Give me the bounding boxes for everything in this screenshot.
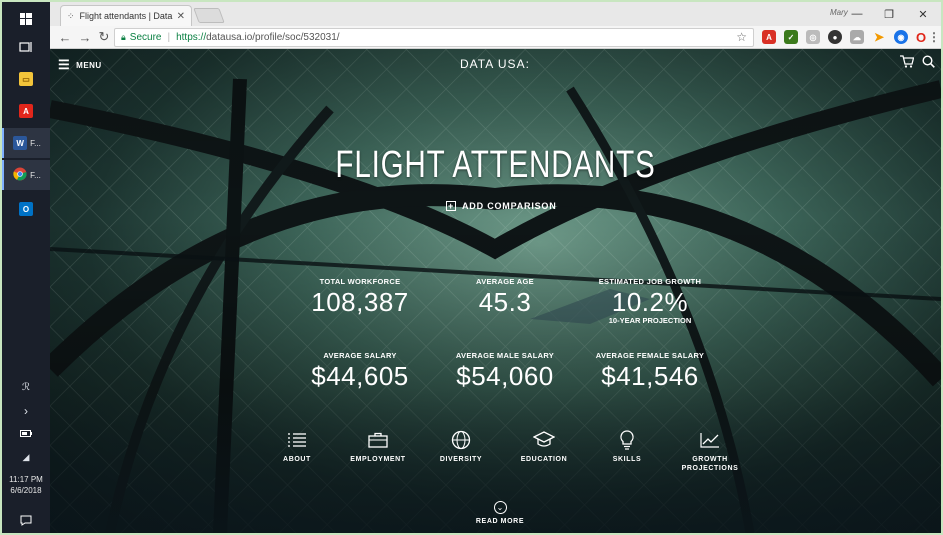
menu-button[interactable]: ☰ MENU <box>58 57 102 73</box>
chrome-browser-window: ⁘ Flight attendants | Data U ✕ Mary — ❐ … <box>50 2 941 533</box>
url-separator: | <box>167 32 171 43</box>
wifi-icon[interactable]: ◢ <box>2 442 50 472</box>
forward-icon[interactable]: → <box>76 28 94 46</box>
search-icon[interactable] <box>922 55 935 71</box>
acrobat-icon[interactable]: A <box>2 96 50 126</box>
close-tab-icon[interactable]: ✕ <box>177 11 185 22</box>
extension-blue-icon[interactable]: ◉ <box>894 30 908 44</box>
extension-cloud-icon[interactable]: ☁ <box>850 30 864 44</box>
stat-average-age: AVERAGE AGE 45.3 <box>476 277 534 317</box>
restore-icon[interactable]: ❐ <box>874 5 904 23</box>
page-title: FLIGHT ATTENDANTS <box>335 144 656 186</box>
lightbulb-icon <box>587 429 667 451</box>
stat-average-male-salary: AVERAGE MALE SALARY $54,060 <box>455 351 555 391</box>
extension-arrow-icon[interactable]: ➤ <box>872 30 886 44</box>
browser-tab-active[interactable]: ⁘ Flight attendants | Data U ✕ <box>60 5 192 26</box>
section-diversity[interactable]: DIVERSITY <box>421 429 501 464</box>
file-explorer-icon[interactable]: ▭ <box>2 64 50 94</box>
stat-average-female-salary: AVERAGE FEMALE SALARY $41,546 <box>595 351 705 391</box>
add-comparison-button[interactable]: + ADD COMPARISON <box>446 201 557 211</box>
datausa-logo[interactable]: DATA USA: <box>460 57 530 71</box>
task-view-icon[interactable] <box>2 32 50 62</box>
word-icon: W <box>13 136 28 150</box>
opera-icon[interactable]: O <box>914 30 928 45</box>
extension-dark-icon[interactable]: ● <box>828 30 842 44</box>
chevron-down-icon: ⌄ <box>493 501 507 514</box>
briefcase-icon <box>338 429 418 451</box>
section-about[interactable]: ABOUT <box>257 429 337 464</box>
list-icon <box>257 429 337 451</box>
section-employment[interactable]: EMPLOYMENT <box>338 429 418 464</box>
windows-start-icon[interactable] <box>2 4 50 34</box>
more-menu-icon[interactable]: ⋮ <box>928 30 940 44</box>
stat-job-growth: ESTIMATED JOB GROWTH 10.2% 10-YEAR PROJE… <box>598 277 702 325</box>
windows-taskbar: ▭ A W F... F... O ℛ › ◢ 11:17 PM 6/6/2018 <box>2 2 50 533</box>
graduation-cap-icon <box>504 429 584 451</box>
close-window-icon[interactable]: ✕ <box>908 5 938 23</box>
taskbar-chrome-button[interactable]: F... <box>2 160 50 190</box>
page-content: ☰ MENU DATA USA: FLIGHT ATTENDANTS + ADD… <box>50 49 941 533</box>
taskbar-clock[interactable]: 11:17 PM 6/6/2018 <box>2 474 50 496</box>
screen: ▭ A W F... F... O ℛ › ◢ 11:17 PM 6/6/2018 <box>2 2 941 533</box>
section-growth-projections[interactable]: GROWTH PROJECTIONS <box>670 429 750 473</box>
lock-icon: 🔒︎ <box>121 32 126 42</box>
new-tab-button[interactable] <box>193 8 225 23</box>
pdf-extension-icon[interactable]: A <box>762 30 776 44</box>
loading-spinner-icon: ⁘ <box>67 10 75 21</box>
reload-icon[interactable]: ↻ <box>95 28 113 46</box>
chrome-icon <box>13 167 27 183</box>
extension-green-icon[interactable]: ✓ <box>784 30 798 44</box>
bookmark-star-icon[interactable]: ☆ <box>736 30 747 44</box>
stat-total-workforce: TOTAL WORKFORCE 108,387 <box>311 277 409 317</box>
taskbar-word-button[interactable]: W F... <box>2 128 50 158</box>
minimize-icon[interactable]: — <box>842 5 872 23</box>
extension-gray-icon[interactable]: ◎ <box>806 30 820 44</box>
tab-strip: ⁘ Flight attendants | Data U ✕ Mary — ❐ … <box>50 2 941 26</box>
toolbar: ← → ↻ 🔒︎ Secure | https:// datausa.io/pr… <box>50 26 941 49</box>
site-nav: ☰ MENU DATA USA: <box>50 49 941 79</box>
cart-icon[interactable] <box>900 55 915 71</box>
plus-icon: + <box>446 201 456 211</box>
hamburger-icon: ☰ <box>58 57 71 72</box>
section-education[interactable]: EDUCATION <box>504 429 584 464</box>
section-skills[interactable]: SKILLS <box>587 429 667 464</box>
action-center-icon[interactable] <box>2 505 50 533</box>
back-icon[interactable]: ← <box>56 28 74 46</box>
stat-average-salary: AVERAGE SALARY $44,605 <box>311 351 409 391</box>
read-more-button[interactable]: ⌄ READ MORE <box>460 501 540 525</box>
globe-icon <box>421 429 501 451</box>
address-bar[interactable]: 🔒︎ Secure | https:// datausa.io/profile/… <box>114 28 754 47</box>
line-chart-icon <box>670 429 750 451</box>
tab-title: Flight attendants | Data U <box>79 11 173 21</box>
outlook-icon[interactable]: O <box>2 194 50 224</box>
secure-indicator[interactable]: 🔒︎ Secure <box>121 32 161 43</box>
